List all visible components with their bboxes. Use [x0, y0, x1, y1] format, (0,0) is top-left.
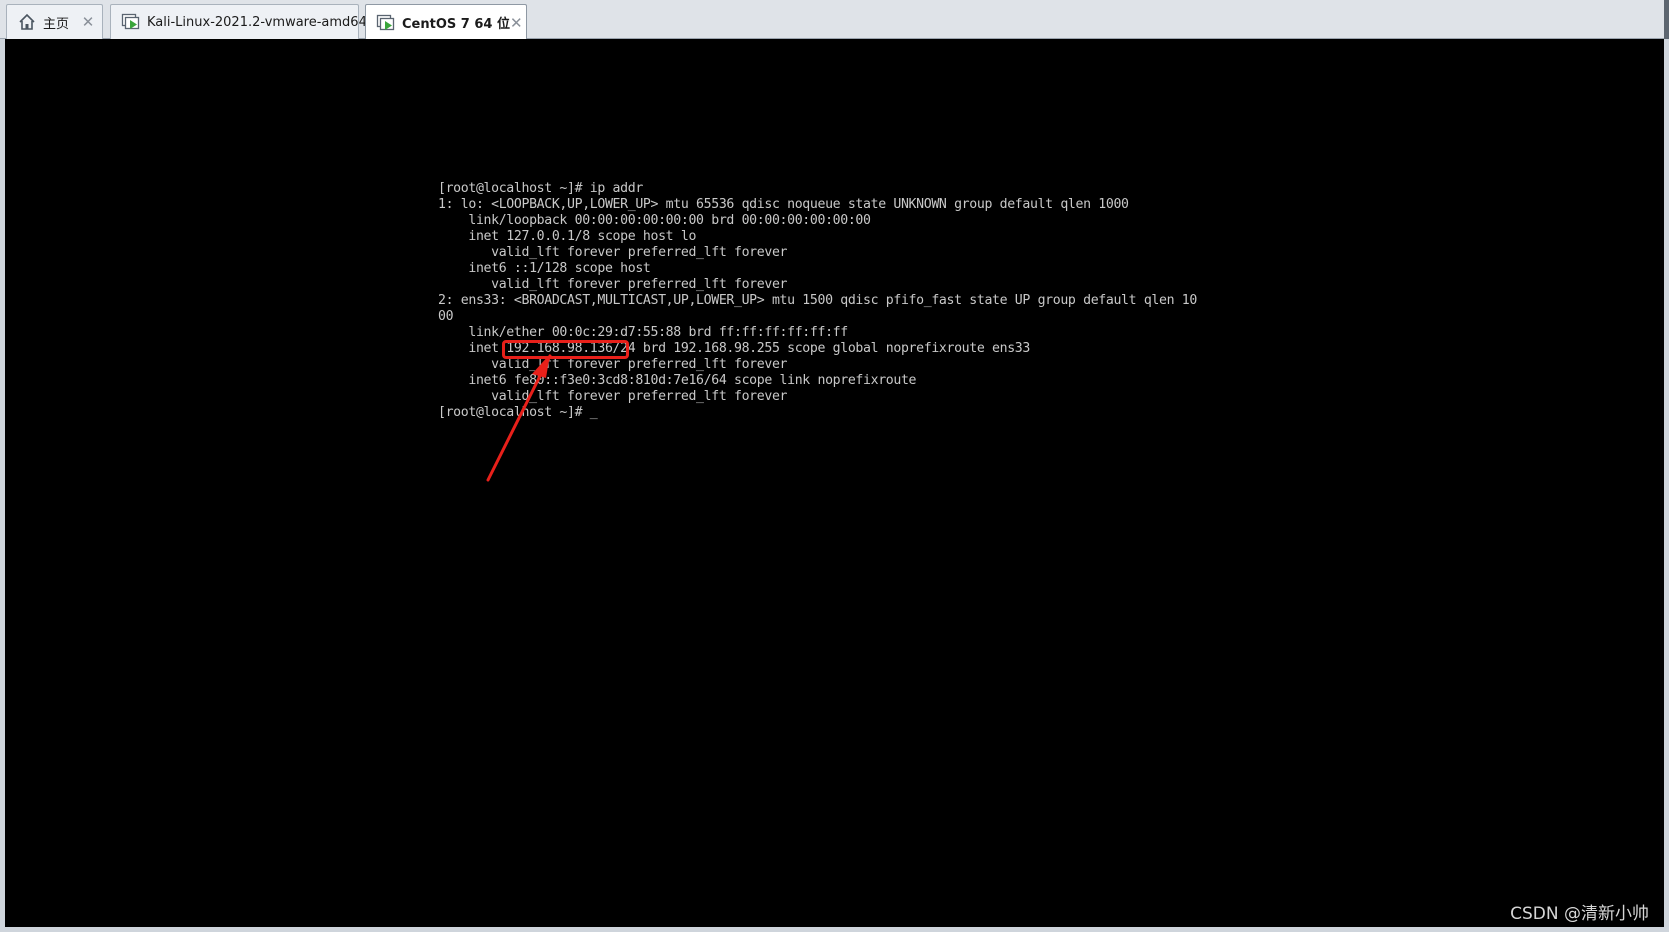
terminal-line: valid_lft forever preferred_lft forever [438, 277, 788, 292]
tab-home[interactable]: 主页 ✕ [6, 4, 103, 39]
scrollbar[interactable] [1664, 0, 1669, 44]
tab-bar: 主页 ✕ Kali-Linux-2021.2-vmware-amd64 ✕ Ce… [0, 0, 1669, 44]
watermark: CSDN @清新小帅 [1510, 904, 1649, 924]
tab-kali-linux[interactable]: Kali-Linux-2021.2-vmware-amd64 ✕ [110, 4, 379, 39]
terminal-line: [root@localhost ~]# ip addr [438, 181, 643, 196]
terminal-line: inet 127.0.0.1/8 scope host lo [438, 229, 697, 244]
tab-label: 主页 [43, 16, 70, 32]
close-icon[interactable]: ✕ [80, 14, 96, 30]
vm-running-icon [376, 13, 396, 33]
home-icon [17, 12, 37, 32]
window-frame-right [1664, 39, 1669, 932]
annotation-arrow [486, 354, 552, 482]
terminal-line: link/loopback 00:00:00:00:00:00 brd 00:0… [438, 213, 871, 228]
vm-running-icon [121, 12, 141, 32]
tab-label: Kali-Linux-2021.2-vmware-amd64 [147, 14, 367, 30]
tab-centos[interactable]: CentOS 7 64 位 ✕ [365, 4, 527, 40]
terminal-line: 00 [438, 309, 454, 324]
close-icon[interactable]: ✕ [510, 15, 523, 31]
terminal-line: 2: ens33: <BROADCAST,MULTICAST,UP,LOWER_… [438, 293, 1197, 308]
terminal-line: link/ether 00:0c:29:d7:55:88 brd ff:ff:f… [438, 325, 848, 340]
terminal-line: 1: lo: <LOOPBACK,UP,LOWER_UP> mtu 65536 … [438, 197, 1129, 212]
vm-console[interactable] [5, 39, 1664, 927]
tab-label: CentOS 7 64 位 [402, 17, 510, 32]
window-frame-bottom [0, 927, 1669, 932]
terminal-line: valid_lft forever preferred_lft forever [438, 245, 788, 260]
terminal-line: inet6 ::1/128 scope host [438, 261, 651, 276]
